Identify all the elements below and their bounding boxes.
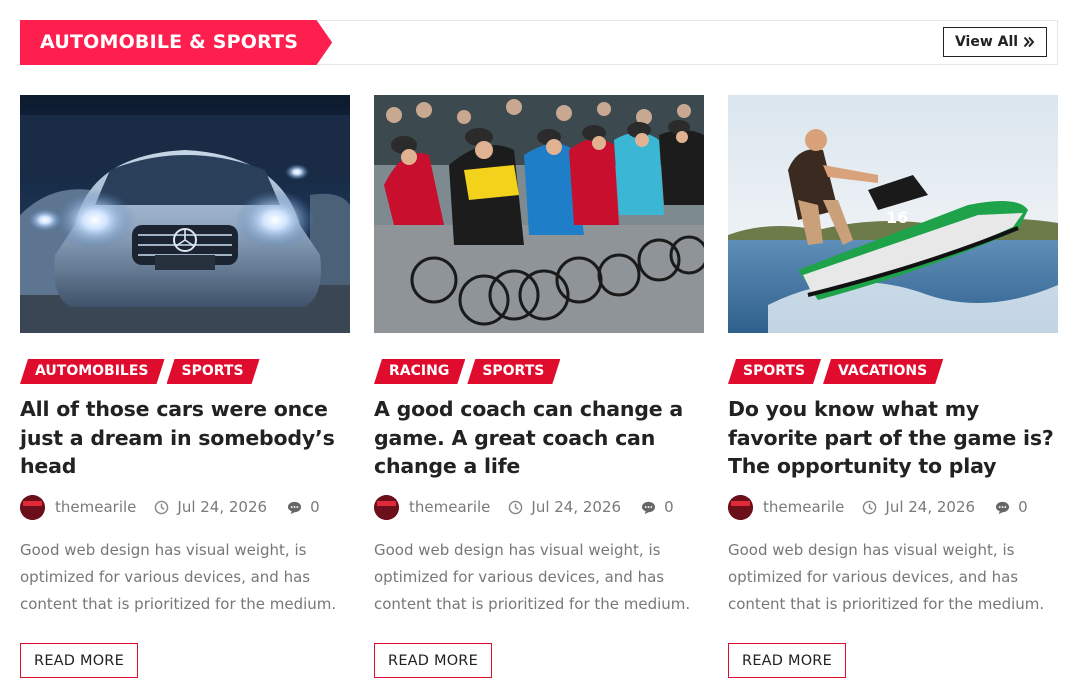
author-avatar[interactable] [728, 494, 753, 520]
post-excerpt: Good web design has visual weight, is op… [374, 541, 691, 613]
category-tags: AUTOMOBILES SPORTS [20, 359, 260, 384]
comment-count[interactable]: 0 [664, 498, 674, 516]
double-chevron-right-icon [1023, 36, 1035, 48]
section-header: AUTOMOBILE & SPORTS View All [20, 20, 1058, 65]
read-more-button[interactable]: READ MORE [374, 643, 492, 678]
post-thumbnail-car[interactable] [20, 95, 350, 333]
category-tag[interactable]: SPORTS [167, 359, 260, 384]
comment-count[interactable]: 0 [1018, 498, 1028, 516]
category-tags: SPORTS VACATIONS [728, 359, 943, 384]
car-image [20, 95, 350, 333]
post-title[interactable]: A good coach can change a game. A great … [374, 395, 704, 481]
comment-count[interactable]: 0 [310, 498, 320, 516]
post-excerpt: Good web design has visual weight, is op… [728, 541, 1045, 613]
post-meta: themearile Jul 24, 2026 0 [728, 494, 1028, 520]
post-date: Jul 24, 2026 [885, 498, 976, 516]
author-avatar[interactable] [20, 494, 45, 520]
author-name[interactable]: themearile [763, 498, 844, 516]
post-card: RACING SPORTS A good coach can change a … [374, 95, 704, 678]
category-tag[interactable]: VACATIONS [823, 359, 943, 384]
post-meta: themearile Jul 24, 2026 0 [374, 494, 674, 520]
svg-text:16: 16 [886, 208, 908, 227]
post-title[interactable]: All of those cars were once just a dream… [20, 395, 350, 481]
author-name[interactable]: themearile [409, 498, 490, 516]
category-tags: RACING SPORTS [374, 359, 560, 384]
read-more-button[interactable]: READ MORE [20, 643, 138, 678]
post-date: Jul 24, 2026 [531, 498, 622, 516]
post-card: AUTOMOBILES SPORTS All of those cars wer… [20, 95, 350, 678]
category-tag[interactable]: RACING [374, 359, 465, 384]
post-thumbnail-cycling[interactable] [374, 95, 704, 333]
post-meta: themearile Jul 24, 2026 0 [20, 494, 320, 520]
comment-icon [642, 501, 656, 514]
view-all-label: View All [954, 34, 1019, 50]
category-tag[interactable]: SPORTS [467, 359, 560, 384]
category-tag[interactable]: AUTOMOBILES [20, 359, 165, 384]
post-title[interactable]: Do you know what my favorite part of the… [728, 395, 1058, 481]
post-thumbnail-jetski[interactable]: 16 [728, 95, 1058, 333]
jetski-image: 16 [728, 95, 1058, 333]
clock-icon [863, 500, 877, 514]
clock-icon [155, 500, 169, 514]
comment-icon [288, 501, 302, 514]
cycling-image [374, 95, 704, 333]
clock-icon [509, 500, 523, 514]
author-name[interactable]: themearile [55, 498, 136, 516]
category-tag[interactable]: SPORTS [728, 359, 821, 384]
post-date: Jul 24, 2026 [177, 498, 268, 516]
author-avatar[interactable] [374, 494, 399, 520]
post-card: 16 SPORTS VACATIONS Do you know what my … [728, 95, 1058, 678]
read-more-button[interactable]: READ MORE [728, 643, 846, 678]
comment-icon [996, 501, 1010, 514]
section-title: AUTOMOBILE & SPORTS [20, 20, 333, 65]
view-all-button[interactable]: View All [943, 27, 1047, 57]
post-excerpt: Good web design has visual weight, is op… [20, 541, 337, 613]
